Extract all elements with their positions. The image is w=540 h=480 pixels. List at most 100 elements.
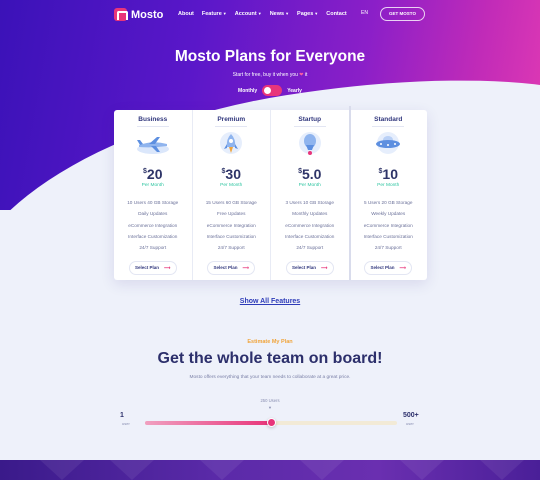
slider-value-label: 250 Users (260, 398, 280, 403)
feature-item: Monthly Updates (292, 211, 328, 217)
footer-band (0, 460, 540, 480)
top-nav: Mosto About Feature▼ Account▼ News▼ Page… (0, 0, 540, 30)
feature-item: 3 Users 10 GB Storage (285, 200, 334, 205)
hot-air-balloon-icon (298, 132, 321, 155)
rocket-icon (220, 132, 243, 154)
feature-item: eCommerce Integration (363, 222, 413, 228)
feature-item: eCommerce Integration (285, 222, 335, 228)
price-period: Per Month (220, 183, 243, 188)
nav-label: News (269, 11, 285, 17)
decor-shape (200, 460, 244, 480)
monthly-label[interactable]: Monthly (238, 88, 257, 94)
plan-card-startup: Startup $5.0 Per Month 3 Users 10 GB Sto… (271, 110, 350, 280)
decor-shape (110, 460, 154, 480)
divider (293, 126, 326, 127)
feature-item: Interface Customization (128, 233, 178, 239)
feature-list: 10 Users 40 GB Storage Daily Updates eCo… (114, 197, 192, 253)
nav-item-contact[interactable]: Contact (326, 11, 346, 17)
select-plan-button[interactable]: Select Plan ⟶ (128, 261, 177, 276)
nav-item-account[interactable]: Account▼ (235, 11, 262, 17)
plan-name: Startup (298, 116, 322, 123)
nav-item-pages[interactable]: Pages▼ (297, 11, 318, 17)
range-min-unit: user (122, 421, 130, 426)
airplane-icon (136, 137, 169, 154)
subtitle-end: it (304, 72, 308, 78)
range-max-value: 500+ (403, 412, 419, 419)
price-period: Per Month (298, 183, 321, 188)
estimate-kicker: Estimate My Plan (247, 339, 293, 345)
feature-item: 24/7 Support (217, 245, 245, 251)
feature-item: 15 Users 60 GB Storage (205, 200, 257, 205)
chevron-down-icon: ▼ (285, 11, 290, 16)
select-plan-button[interactable]: Select Plan ⟶ (285, 261, 334, 276)
logo-icon (114, 8, 128, 21)
ufo-icon (376, 132, 401, 154)
feature-item: eCommerce Integration (206, 222, 256, 228)
nav-label: About (178, 11, 194, 17)
divider (372, 126, 405, 127)
page-title: Mosto Plans for Everyone (174, 48, 366, 65)
plan-price: $20 (114, 166, 192, 182)
slider-fill (145, 421, 271, 425)
nav-item-feature[interactable]: Feature▼ (202, 11, 227, 17)
plan-name: Business (138, 116, 168, 123)
nav-item-about[interactable]: About (178, 11, 194, 17)
price-period: Per Month (141, 183, 164, 188)
select-plan-button[interactable]: Select Plan ⟶ (364, 261, 413, 276)
feature-list: 3 Users 10 GB Storage Monthly Updates eC… (271, 197, 349, 253)
plan-price: $30 (193, 166, 271, 182)
price-period: Per Month (377, 183, 400, 188)
billing-toggle[interactable] (262, 85, 283, 96)
chevron-down-icon: ▼ (314, 11, 319, 16)
get-mosto-button[interactable]: GET MOSTO (380, 7, 425, 21)
yearly-label[interactable]: Yearly (287, 88, 302, 94)
estimate-title: Get the whole team on board! (157, 350, 383, 367)
button-label: Select Plan (213, 265, 238, 271)
arrow-right-icon: ⟶ (321, 265, 328, 271)
plan-price: $5.0 (271, 166, 349, 182)
decor-shape (300, 460, 344, 480)
divider (215, 126, 248, 127)
price-value: 30 (225, 166, 241, 182)
range-max-unit: user (406, 421, 414, 426)
feature-list: 15 Users 60 GB Storage Free Updates eCom… (193, 197, 271, 253)
subtitle-text: Start for free, buy it when you (232, 72, 298, 78)
select-plan-button[interactable]: Select Plan ⟶ (207, 261, 256, 276)
feature-item: Daily Updates (138, 211, 168, 217)
price-value: 20 (146, 166, 163, 182)
price-value: 5.0 (301, 166, 322, 182)
caret-down-icon: ▼ (268, 405, 272, 410)
nav-label: Account (234, 11, 257, 17)
nav-label: Pages (297, 11, 314, 17)
feature-item: eCommerce Integration (128, 222, 178, 228)
feature-item: 5 Users 20 GB Storage (364, 200, 413, 205)
feature-item: 24/7 Support (374, 245, 402, 251)
toggle-knob (264, 87, 272, 94)
feature-item: Free Updates (217, 211, 246, 217)
nav-label: Feature (201, 11, 222, 17)
feature-item: 10 Users 40 GB Storage (127, 200, 179, 205)
plan-card-business: Business $20 Per Month 10 Users 40 GB St… (114, 110, 193, 280)
pricing-cards: Business $20 Per Month 10 Users 40 GB St… (114, 106, 428, 280)
decor-shape (40, 460, 84, 480)
heart-icon: ❤ (299, 72, 304, 78)
slider-thumb[interactable] (266, 418, 276, 427)
feature-item: 24/7 Support (296, 245, 324, 251)
logo-text: Mosto (131, 8, 164, 21)
users-slider[interactable] (145, 418, 397, 427)
logo[interactable]: Mosto (114, 8, 163, 21)
button-label: Select Plan (135, 265, 160, 271)
range-min-value: 1 (120, 412, 124, 419)
arrow-right-icon: ⟶ (164, 265, 171, 271)
language-select[interactable]: EN (361, 10, 368, 16)
arrow-right-icon: ⟶ (242, 265, 249, 271)
button-label: Select Plan (292, 265, 317, 271)
plan-price: $10 (350, 166, 428, 182)
show-all-features-link[interactable]: Show All Features (0, 298, 540, 305)
billing-toggle-row: Monthly Yearly (0, 85, 540, 96)
button-label: Select Plan (370, 265, 395, 271)
plan-card-standard: Standard $10 Per Month 5 Users 20 GB Sto… (348, 106, 428, 280)
feature-item: 24/7 Support (139, 245, 167, 251)
plan-card-premium: Premium $30 Per Month 15 Users 60 GB Sto… (193, 110, 271, 280)
nav-item-news[interactable]: News▼ (270, 11, 289, 17)
